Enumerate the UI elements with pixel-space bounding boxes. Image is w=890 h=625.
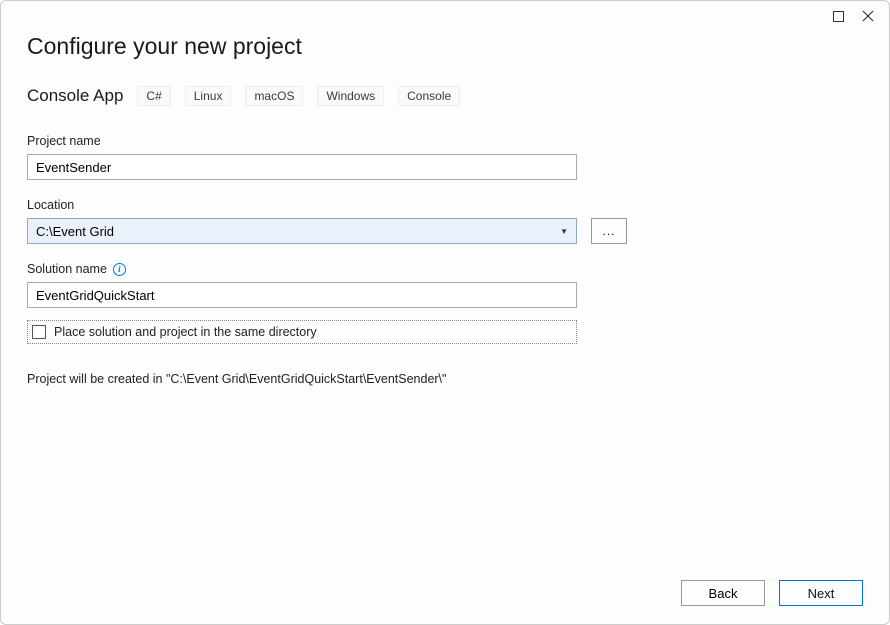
browse-button[interactable]: ... <box>591 218 627 244</box>
info-icon[interactable]: i <box>113 263 126 276</box>
same-directory-checkbox[interactable] <box>32 325 46 339</box>
location-combobox[interactable]: C:\Event Grid ▼ <box>27 218 577 244</box>
page-title: Configure your new project <box>27 33 863 60</box>
back-button[interactable]: Back <box>681 580 765 606</box>
next-button[interactable]: Next <box>779 580 863 606</box>
project-name-label: Project name <box>27 134 863 148</box>
dialog-window: Configure your new project Console App C… <box>0 0 890 625</box>
template-summary: Console App C# Linux macOS Windows Conso… <box>27 86 863 106</box>
solution-name-input[interactable] <box>27 282 577 308</box>
project-path-preview: Project will be created in "C:\Event Gri… <box>27 372 863 386</box>
template-name: Console App <box>27 86 123 106</box>
location-value: C:\Event Grid <box>36 224 114 239</box>
titlebar <box>817 1 889 31</box>
maximize-icon[interactable] <box>831 9 845 23</box>
content-area: Configure your new project Console App C… <box>1 1 889 386</box>
tag: Windows <box>317 86 384 106</box>
tag: Console <box>398 86 460 106</box>
footer-buttons: Back Next <box>681 580 863 606</box>
tag: macOS <box>245 86 303 106</box>
same-directory-checkbox-row[interactable]: Place solution and project in the same d… <box>27 320 577 344</box>
chevron-down-icon: ▼ <box>560 227 568 236</box>
close-icon[interactable] <box>861 9 875 23</box>
tag: C# <box>137 86 170 106</box>
same-directory-label: Place solution and project in the same d… <box>54 325 317 339</box>
tag: Linux <box>185 86 232 106</box>
project-name-input[interactable] <box>27 154 577 180</box>
solution-name-label-text: Solution name <box>27 262 107 276</box>
solution-name-label: Solution name i <box>27 262 863 276</box>
location-label: Location <box>27 198 863 212</box>
